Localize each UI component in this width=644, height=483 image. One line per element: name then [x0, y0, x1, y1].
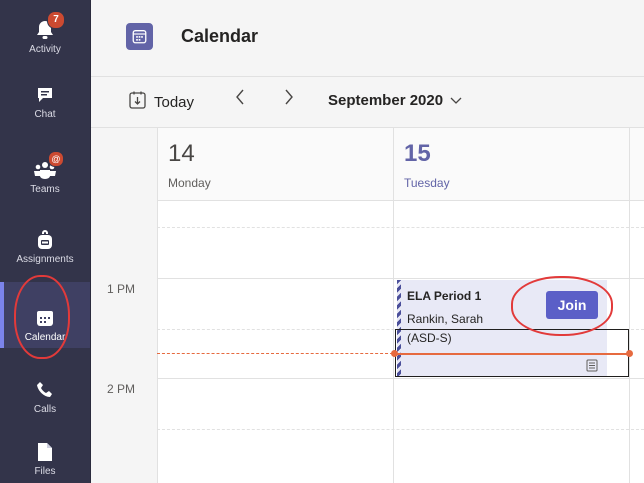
- hour-line: [157, 278, 644, 279]
- app-header: Calendar: [91, 0, 644, 77]
- current-time-line-today: [395, 353, 629, 355]
- day-number: 14: [168, 140, 195, 167]
- event-title: ELA Period 1: [407, 289, 482, 303]
- chevron-right-icon[interactable]: [283, 88, 295, 112]
- time-gutter: [91, 128, 158, 483]
- rail-item-label: Activity: [29, 44, 61, 55]
- activity-badge: 7: [47, 11, 65, 29]
- month-selector[interactable]: September 2020: [328, 92, 462, 109]
- current-time-dot: [391, 350, 398, 357]
- backpack-icon: [34, 229, 56, 251]
- rail-item-teams[interactable]: @ Teams: [0, 140, 90, 200]
- time-label: 2 PM: [107, 382, 136, 396]
- app-rail: 7 Activity Chat @ Teams Assignments Cale…: [0, 0, 91, 483]
- rail-item-label: Calendar: [24, 332, 66, 343]
- rail-item-label: Teams: [30, 184, 60, 195]
- page-title: Calendar: [181, 26, 259, 46]
- rail-item-label: Chat: [34, 109, 56, 120]
- mention-badge: @: [48, 151, 64, 167]
- event-organizer: Rankin, Sarah: [407, 312, 484, 326]
- day-name: Monday: [168, 176, 211, 190]
- rail-item-chat[interactable]: Chat: [0, 65, 90, 125]
- chat-icon: [34, 84, 56, 106]
- day-number: 15: [404, 140, 431, 167]
- teams-icon: @: [34, 151, 64, 181]
- bell-icon: 7: [34, 11, 65, 41]
- today-label: Today: [154, 94, 195, 111]
- hour-line: [157, 378, 644, 379]
- file-icon: [34, 441, 56, 463]
- rail-item-label: Files: [34, 466, 56, 477]
- today-icon: [129, 91, 146, 114]
- day-header-monday[interactable]: 14 Monday: [158, 128, 393, 201]
- rail-item-calendar[interactable]: Calendar: [0, 282, 90, 348]
- chevron-left-icon[interactable]: [234, 88, 246, 112]
- rail-item-calls[interactable]: Calls: [0, 360, 90, 420]
- current-time-dot: [626, 350, 633, 357]
- day-header-next: [630, 128, 644, 201]
- rail-item-assignments[interactable]: Assignments: [0, 210, 90, 270]
- phone-icon: [34, 379, 56, 401]
- chevron-down-icon: [450, 93, 462, 108]
- calendar-toolbar: Today September 2020: [91, 77, 644, 128]
- time-label: 1 PM: [107, 282, 136, 296]
- rail-item-label: Assignments: [16, 254, 74, 265]
- day-header-tuesday[interactable]: 15 Tuesday: [394, 128, 629, 201]
- half-hour-line: [157, 429, 644, 430]
- half-hour-line: [157, 227, 644, 228]
- rail-item-label: Calls: [33, 404, 57, 415]
- calendar-icon: [126, 23, 153, 50]
- rail-item-activity[interactable]: 7 Activity: [0, 0, 90, 60]
- meeting-notes-icon[interactable]: [586, 359, 598, 377]
- today-button[interactable]: Today: [129, 91, 194, 114]
- join-button[interactable]: Join: [546, 291, 598, 319]
- month-label: September 2020: [328, 92, 444, 109]
- day-name: Tuesday: [404, 176, 450, 190]
- calendar-icon: [34, 307, 56, 329]
- rail-item-files[interactable]: Files: [0, 420, 90, 482]
- current-time-line: [157, 353, 393, 354]
